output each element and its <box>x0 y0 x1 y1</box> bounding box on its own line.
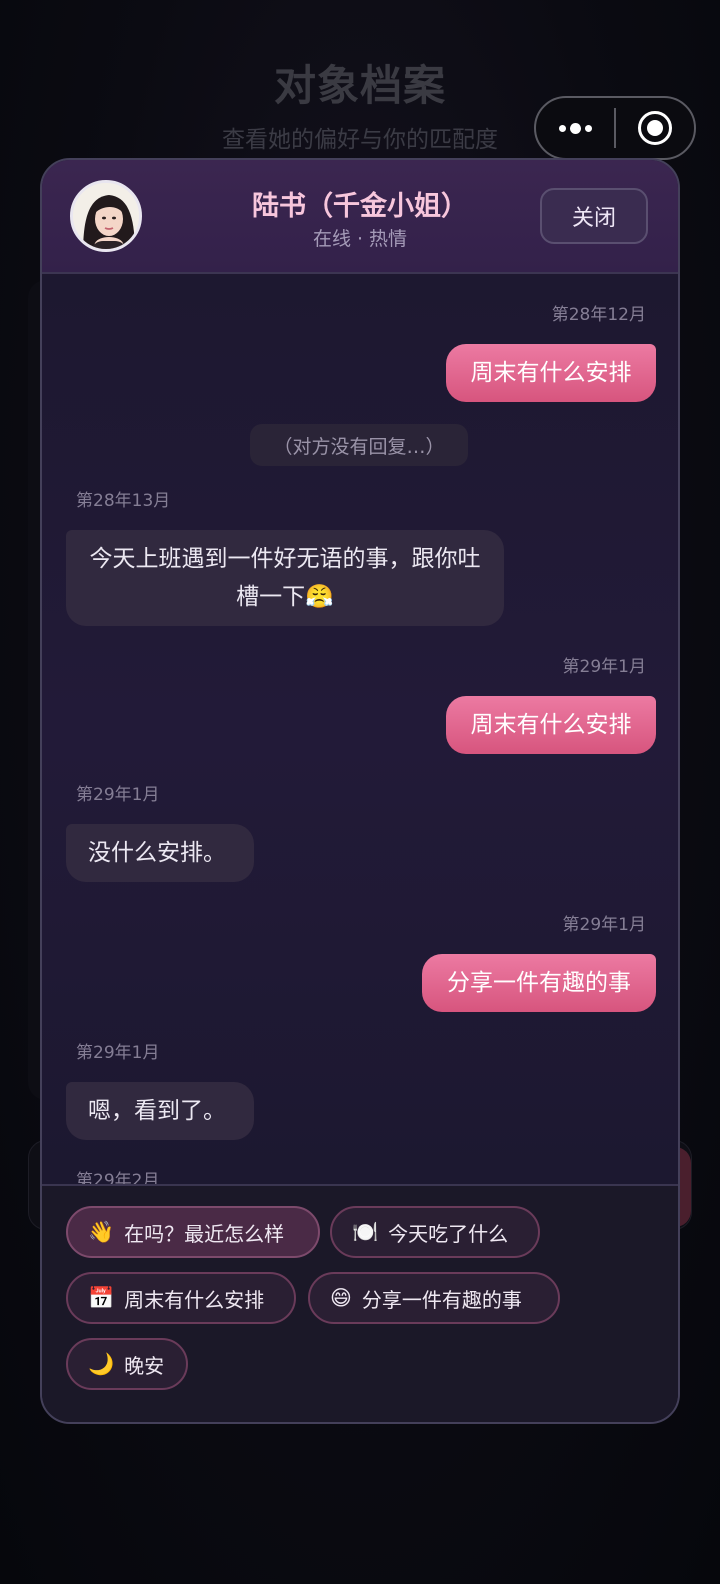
quick-reply-label: 周末有什么安排 <box>124 1287 265 1312</box>
quick-reply-panel: 👋 在吗？最近怎么样 🍽️ 今天吃了什么 📅 周末有什么安排 😄 分享一件有趣的… <box>42 1184 678 1422</box>
chat-modal: 陆书（千金小姐） 在线 · 热情 关闭 第28年12月 周末有什么安排 （对方没… <box>40 158 680 1424</box>
message-time: 第28年13月 <box>76 491 171 511</box>
quick-reply-label: 分享一件有趣的事 <box>361 1287 522 1312</box>
message-bubble-me: 分享一件有趣的事 <box>422 954 656 1012</box>
message-bubble-them: 今天上班遇到一件好无语的事，跟你吐槽一下😤 <box>66 530 504 626</box>
quick-reply-label: 今天吃了什么 <box>388 1221 509 1246</box>
message-bubble-me: 周末有什么安排 <box>446 344 656 402</box>
close-button[interactable]: 关闭 <box>540 188 648 244</box>
message-time: 第29年2月 <box>76 1171 160 1184</box>
message-time: 第29年1月 <box>562 915 646 935</box>
message-time: 第29年1月 <box>76 1043 160 1063</box>
quick-reply-label: 晚安 <box>124 1353 165 1378</box>
smile-icon: 😄 <box>330 1286 352 1310</box>
moon-icon: 🌙 <box>88 1351 115 1376</box>
system-note: （对方没有回复…） <box>250 424 468 466</box>
chat-messages[interactable]: 第28年12月 周末有什么安排 （对方没有回复…） 第28年13月 今天上班遇到… <box>42 276 678 1184</box>
close-program-icon[interactable] <box>616 111 695 145</box>
quick-reply-greeting[interactable]: 👋 在吗？最近怎么样 <box>66 1206 320 1258</box>
quick-reply-weekend[interactable]: 📅 周末有什么安排 <box>66 1272 296 1324</box>
message-bubble-me: 周末有什么安排 <box>446 696 656 754</box>
quick-reply-meal[interactable]: 🍽️ 今天吃了什么 <box>330 1206 540 1258</box>
quick-reply-share[interactable]: 😄 分享一件有趣的事 <box>308 1272 560 1324</box>
message-time: 第29年1月 <box>76 785 160 805</box>
message-bubble-them: 没什么安排。 <box>66 824 254 882</box>
wave-icon: 👋 <box>88 1219 115 1244</box>
quick-reply-label: 在吗？最近怎么样 <box>124 1221 285 1246</box>
quick-reply-goodnight[interactable]: 🌙 晚安 <box>66 1338 188 1390</box>
chat-header: 陆书（千金小姐） 在线 · 热情 关闭 <box>42 160 678 274</box>
mini-program-capsule <box>534 96 696 160</box>
message-bubble-them: 嗯，看到了。 <box>66 1082 254 1140</box>
plate-icon: 🍽️ <box>352 1219 379 1244</box>
message-time: 第28年12月 <box>551 305 646 325</box>
message-time: 第29年1月 <box>562 657 646 677</box>
calendar-icon: 📅 <box>88 1285 115 1310</box>
more-menu-icon[interactable] <box>536 98 614 158</box>
